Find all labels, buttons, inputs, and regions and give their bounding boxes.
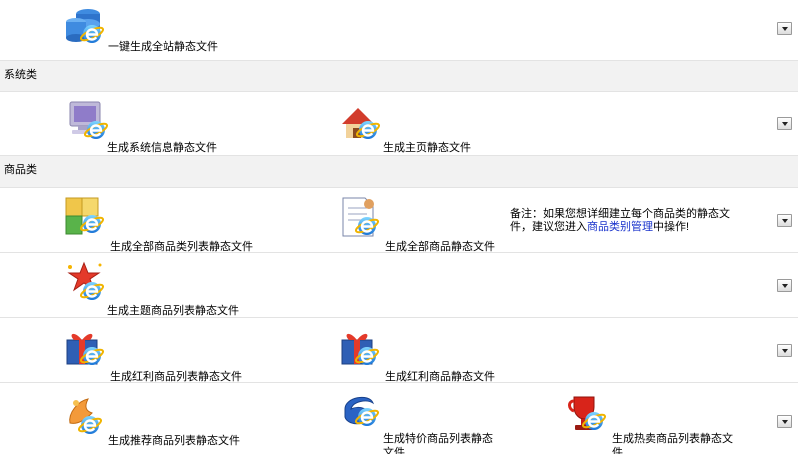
row-dropdown-button[interactable]	[777, 214, 792, 227]
row-products-1: 生成全部商品类列表静态文件 生成全部商品静态文件 备注：如果您想详细建立每个商品…	[0, 188, 798, 253]
row-one-click: 一键生成全站静态文件	[0, 0, 798, 61]
swirl-icon	[344, 396, 379, 428]
generate-homepage-link[interactable]: 生成主页静态文件	[340, 104, 480, 154]
row-dropdown-button[interactable]	[777, 279, 792, 292]
generate-all-category-list-link[interactable]: 生成全部商品类列表静态文件	[64, 196, 254, 253]
row-dropdown-button[interactable]	[777, 117, 792, 130]
row-system: 生成系统信息静态文件 生成主页静态文件	[0, 92, 798, 156]
row-products-4: 生成推荐商品列表静态文件 生成特价商品列表静态文件 生成热卖商品列表静态文件	[0, 383, 798, 454]
generate-all-products-label: 生成全部商品静态文件	[385, 241, 495, 253]
ie-e-icon	[80, 213, 104, 235]
generate-recommend-list-label: 生成推荐商品列表静态文件	[108, 435, 240, 447]
monitor-icon	[69, 101, 108, 141]
boxes-icon	[65, 197, 104, 235]
gift-icon	[66, 333, 104, 367]
row-products-2: 生成主题商品列表静态文件	[0, 253, 798, 318]
generate-all-products-link[interactable]: 生成全部商品静态文件	[339, 196, 499, 253]
row-dropdown-button[interactable]	[777, 415, 792, 428]
row-dropdown-button[interactable]	[777, 22, 792, 35]
generate-bonus-list-label: 生成红利商品列表静态文件	[110, 371, 242, 383]
pencil-icon	[69, 398, 102, 436]
trophy-cup-icon	[568, 396, 606, 432]
generate-all-category-list-label: 生成全部商品类列表静态文件	[110, 241, 253, 253]
generate-recommend-list-link[interactable]: 生成推荐商品列表静态文件	[64, 395, 254, 447]
house-icon	[342, 108, 380, 141]
database-stack-icon	[66, 9, 104, 45]
generate-hot-sale-list-label: 生成热卖商品列表静态文件	[612, 433, 733, 454]
row-products-3: 生成红利商品列表静态文件 生成红利商品静态文件	[0, 318, 798, 383]
generate-hot-sale-list-link[interactable]: 生成热卖商品列表静态文件	[566, 393, 746, 454]
generate-topic-list-link[interactable]: 生成主题商品列表静态文件	[66, 261, 256, 317]
star-icon	[67, 261, 104, 302]
generate-all-site-link[interactable]: 一键生成全站静态文件	[64, 4, 234, 54]
ie-e-icon	[80, 280, 104, 302]
generate-bonus-products-label: 生成红利商品静态文件	[385, 371, 495, 383]
generate-all-site-label: 一键生成全站静态文件	[108, 41, 218, 53]
generate-bonus-list-link[interactable]: 生成红利商品列表静态文件	[64, 326, 254, 383]
generate-bonus-products-link[interactable]: 生成红利商品静态文件	[339, 326, 499, 383]
generate-special-price-list-label: 生成特价商品列表静态文件	[383, 433, 493, 454]
section-header-products: 商品类	[0, 156, 798, 188]
generate-system-info-label: 生成系统信息静态文件	[107, 142, 217, 154]
category-management-link[interactable]: 商品类别管理	[587, 221, 653, 233]
generate-topic-list-label: 生成主题商品列表静态文件	[107, 305, 239, 317]
section-header-system: 系统类	[0, 61, 798, 92]
document-icon	[342, 197, 379, 237]
note-suffix: 中操作!	[653, 221, 690, 233]
category-note: 备注：如果您想详细建立每个商品类的静态文件，建议您进入商品类别管理中操作!	[510, 208, 750, 234]
generate-system-info-link[interactable]: 生成系统信息静态文件	[66, 98, 226, 154]
row-dropdown-button[interactable]	[777, 344, 792, 357]
gift-icon	[341, 333, 379, 367]
generate-homepage-label: 生成主页静态文件	[383, 142, 471, 154]
generate-special-price-list-link[interactable]: 生成特价商品列表静态文件	[339, 391, 499, 454]
